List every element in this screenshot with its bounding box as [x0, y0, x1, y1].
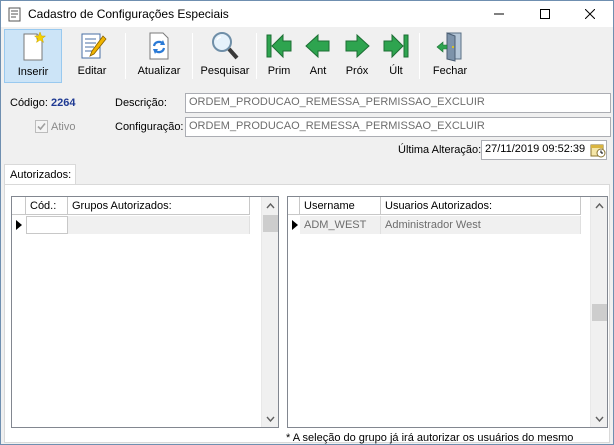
ativo-label: Ativo: [51, 121, 76, 133]
maximize-icon: [540, 9, 550, 19]
exit-door-icon: [436, 32, 462, 62]
descricao-field[interactable]: ORDEM_PRODUCAO_REMESSA_PERMISSAO_EXCLUIR: [185, 93, 611, 113]
app-icon: [8, 7, 21, 22]
minimize-icon: [494, 13, 504, 15]
tab-autorizados-label: Autorizados:: [10, 169, 72, 181]
new-document-icon: [23, 31, 47, 61]
toolbar-separator: [256, 33, 257, 79]
maximize-button[interactable]: [522, 1, 568, 27]
magnifier-icon: [212, 32, 239, 60]
next-record-icon: [345, 33, 370, 59]
row-indicator-icon: [16, 220, 22, 230]
checkmark-icon: [37, 122, 46, 131]
toolbar-separator: [125, 33, 126, 79]
ativo-checkbox[interactable]: [35, 120, 48, 133]
grid-corner: [12, 197, 26, 215]
scroll-down-button[interactable]: [262, 410, 278, 427]
configuracao-label: Configuração:: [115, 121, 184, 133]
calendar-icon[interactable]: [590, 142, 606, 158]
scroll-up-button[interactable]: [591, 197, 607, 214]
toolbar: Inserir Editar Atualizar Pesquisar Prim …: [1, 27, 613, 85]
column-header-username[interactable]: Username: [300, 197, 381, 215]
scroll-thumb[interactable]: [263, 215, 278, 232]
table-cell-cod[interactable]: [26, 216, 68, 234]
fechar-label: Fechar: [432, 65, 468, 77]
title-bar: Cadastro de Configurações Especiais: [1, 1, 613, 27]
main-window: Cadastro de Configurações Especiais Inse…: [0, 0, 614, 445]
grid-corner: [288, 197, 300, 215]
first-record-icon: [266, 33, 292, 59]
ult-button[interactable]: Últ: [377, 29, 415, 83]
chevron-down-icon: [265, 416, 275, 422]
ant-button[interactable]: Ant: [299, 29, 337, 83]
refresh-icon: [149, 32, 169, 60]
editar-button[interactable]: Editar: [64, 29, 120, 83]
inserir-label: Inserir: [17, 66, 49, 78]
previous-record-icon: [305, 33, 330, 59]
last-record-icon: [383, 33, 409, 59]
column-header-cod[interactable]: Cód.:: [26, 197, 68, 215]
footnote: * A seleção do grupo já irá autorizar os…: [286, 432, 574, 444]
ant-label: Ant: [309, 65, 327, 77]
codigo-value: 2264: [51, 97, 76, 109]
scroll-thumb[interactable]: [592, 304, 607, 321]
grupos-grid[interactable]: Cód.: Grupos Autorizados:: [11, 196, 279, 428]
scroll-up-button[interactable]: [262, 197, 278, 214]
scroll-down-button[interactable]: [591, 410, 607, 427]
toolbar-separator: [419, 33, 420, 79]
configuracao-field[interactable]: ORDEM_PRODUCAO_REMESSA_PERMISSAO_EXCLUIR: [185, 117, 611, 137]
pesquisar-button[interactable]: Pesquisar: [198, 29, 252, 83]
ultima-alteracao-field: 27/11/2019 09:52:39: [481, 140, 607, 160]
atualizar-label: Atualizar: [137, 65, 181, 77]
table-cell-username[interactable]: ADM_WEST: [300, 216, 381, 234]
inserir-button[interactable]: Inserir: [4, 29, 62, 83]
tab-autorizados[interactable]: Autorizados:: [4, 164, 76, 185]
ult-label: Últ: [389, 65, 403, 77]
column-header-grupos[interactable]: Grupos Autorizados:: [68, 197, 250, 215]
close-button[interactable]: [567, 1, 613, 27]
table-cell-grupo[interactable]: [68, 216, 250, 234]
codigo-label: Código:: [10, 97, 48, 109]
toolbar-separator: [192, 33, 193, 79]
column-header-usuarios[interactable]: Usuarios Autorizados:: [381, 197, 581, 215]
table-cell-nome[interactable]: Administrador West: [381, 216, 581, 234]
ultima-alteracao-value: 27/11/2019 09:52:39: [485, 143, 586, 155]
fechar-button[interactable]: Fechar: [425, 29, 475, 83]
row-indicator-icon: [292, 220, 298, 230]
prox-button[interactable]: Próx: [338, 29, 376, 83]
atualizar-button[interactable]: Atualizar: [131, 29, 187, 83]
ultima-alteracao-label: Última Alteração:: [398, 144, 482, 156]
descricao-label: Descrição:: [115, 97, 167, 109]
usuarios-grid[interactable]: Username Usuarios Autorizados: ADM_WEST …: [287, 196, 608, 428]
pesquisar-label: Pesquisar: [200, 65, 250, 77]
prox-label: Próx: [345, 65, 369, 77]
chevron-up-icon: [594, 202, 604, 208]
chevron-down-icon: [594, 416, 604, 422]
prim-label: Prim: [267, 65, 291, 77]
window-title: Cadastro de Configurações Especiais: [28, 7, 229, 21]
prim-button[interactable]: Prim: [260, 29, 298, 83]
chevron-up-icon: [265, 202, 275, 208]
edit-document-icon: [81, 33, 107, 59]
close-icon: [585, 9, 595, 19]
editar-label: Editar: [77, 65, 107, 77]
grupos-scrollbar[interactable]: [261, 197, 278, 427]
minimize-button[interactable]: [476, 1, 522, 27]
usuarios-scrollbar[interactable]: [590, 197, 607, 427]
